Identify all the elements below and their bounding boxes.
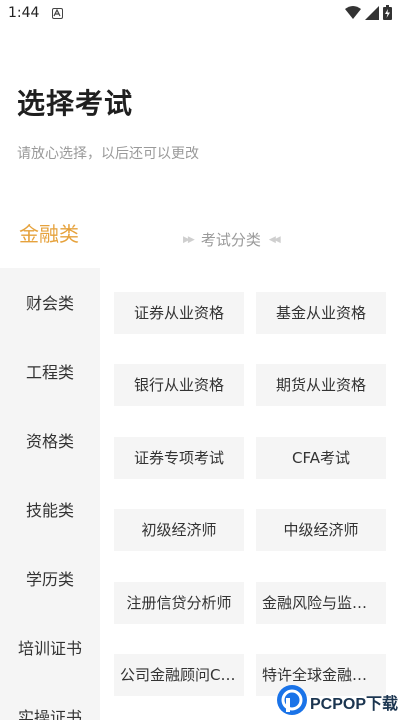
exam-button[interactable]: 公司金融顾问CFC [114, 654, 244, 696]
exam-button[interactable]: 证券从业资格 [114, 292, 244, 334]
active-category-label: 金融类 [19, 222, 79, 246]
pcpop-logo-icon [276, 684, 308, 720]
pcpop-watermark: PCPOP下载 [276, 683, 400, 720]
sidebar-item-engineering[interactable]: 工程类 [0, 353, 100, 393]
double-arrow-right-icon: ▶▶ [183, 234, 195, 245]
sidebar-item-practical-cert[interactable]: 实操证书 [0, 698, 100, 720]
battery-charging-icon [383, 5, 392, 24]
section-header: ▶▶ 考试分类 ◀◀ [183, 229, 281, 250]
status-time: 1:44 [8, 5, 40, 21]
page-subtitle: 请放心选择，以后还可以更改 [17, 146, 199, 162]
signal-icon [365, 5, 379, 24]
double-arrow-left-icon: ◀◀ [268, 234, 281, 245]
exam-button[interactable]: 证券专项考试 [114, 437, 244, 479]
exam-button[interactable]: 期货从业资格 [256, 364, 386, 406]
exam-button[interactable]: 银行从业资格 [114, 364, 244, 406]
watermark-text: PCPOP下载 [310, 695, 399, 713]
exam-button[interactable]: 初级经济师 [114, 509, 244, 551]
sidebar-item-education[interactable]: 学历类 [0, 560, 100, 600]
status-bar: 1:44 [0, 0, 400, 28]
sidebar-item-skills[interactable]: 技能类 [0, 491, 100, 531]
wifi-icon [345, 5, 361, 24]
status-indicators [345, 5, 392, 24]
sidebar-item-accounting[interactable]: 财会类 [0, 284, 100, 324]
exam-button[interactable]: 注册信贷分析师 [114, 582, 244, 624]
notification-app-icon [52, 8, 63, 19]
exam-button[interactable]: 中级经济师 [256, 509, 386, 551]
exam-select-screen: 1:44 选择考试 请放心选择，以后还可以更改 金融类 ▶▶ 考试分类 ◀◀ 财… [0, 0, 400, 720]
sidebar-item-training-cert[interactable]: 培训证书 [0, 629, 100, 669]
exam-button[interactable]: 金融风险与监管… [256, 582, 386, 624]
section-label: 考试分类 [200, 231, 261, 249]
sidebar-item-qualification[interactable]: 资格类 [0, 422, 100, 462]
page-title: 选择考试 [17, 87, 134, 120]
exam-button[interactable]: 基金从业资格 [256, 292, 386, 334]
category-sidebar: 财会类 工程类 资格类 技能类 学历类 培训证书 实操证书 [0, 268, 100, 720]
exam-button[interactable]: CFA考试 [256, 437, 386, 479]
